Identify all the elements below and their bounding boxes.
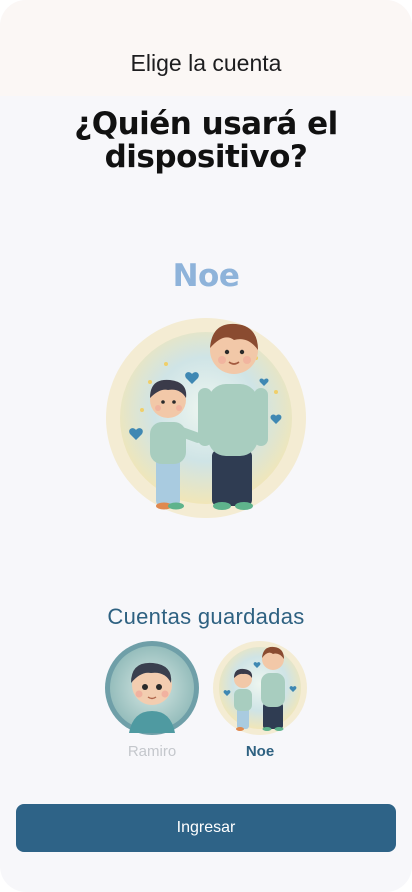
screen: Elige la cuenta ¿Quién usará el disposit… <box>0 0 412 892</box>
page-title: Elige la cuenta <box>130 49 282 76</box>
saved-accounts-title: Cuentas guardadas <box>107 604 305 629</box>
selected-avatar <box>106 318 306 518</box>
question-heading: ¿Quién usará el dispositivo? <box>74 106 338 175</box>
top-bar: Elige la cuenta <box>0 0 412 96</box>
account-name: Noe <box>245 743 275 760</box>
account-ramiro[interactable]: Ramiro <box>104 641 200 760</box>
father-and-son-avatar-icon <box>213 641 307 735</box>
selected-account-name: Noe <box>172 258 240 294</box>
boy-avatar-icon <box>105 641 199 735</box>
account-noe[interactable]: Noe <box>212 641 308 760</box>
account-name: Ramiro <box>127 743 177 760</box>
enter-button[interactable]: Ingresar <box>16 804 396 852</box>
